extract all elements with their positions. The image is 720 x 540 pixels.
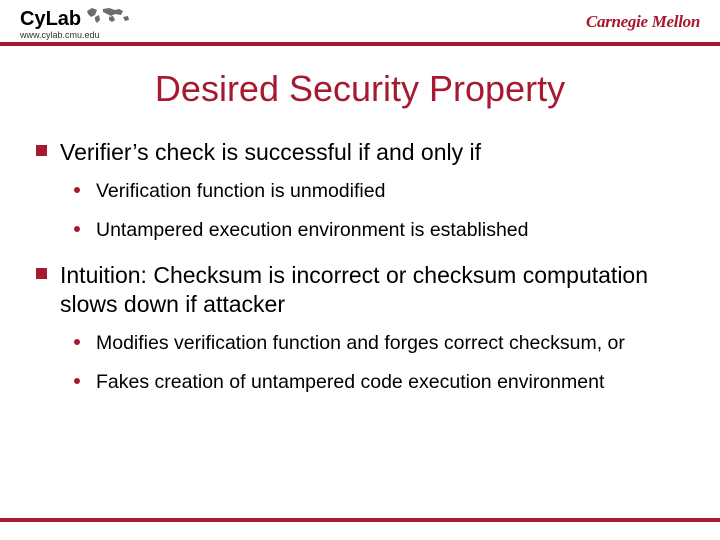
sub-bullet-item: Untampered execution environment is esta…	[74, 218, 686, 243]
slide-title: Desired Security Property	[0, 68, 720, 110]
cylab-logo: CyLab	[20, 5, 131, 29]
slide-body: Verifier’s check is successful if and on…	[0, 138, 720, 396]
sub-bullet-list: Verification function is unmodified Unta…	[60, 179, 686, 244]
world-map-icon	[85, 5, 131, 25]
carnegie-mellon-wordmark: Carnegie Mellon	[586, 12, 700, 32]
sub-bullet-list: Modifies verification function and forge…	[60, 331, 686, 396]
sub-bullet-item: Fakes creation of untampered code execut…	[74, 370, 686, 395]
bullet-list: Verifier’s check is successful if and on…	[34, 138, 686, 396]
sub-bullet-text: Modifies verification function and forge…	[96, 332, 625, 354]
sub-bullet-text: Verification function is unmodified	[96, 180, 385, 202]
sub-bullet-text: Untampered execution environment is esta…	[96, 219, 529, 241]
bullet-item: Verifier’s check is successful if and on…	[34, 138, 686, 243]
sub-bullet-item: Verification function is unmodified	[74, 179, 686, 204]
bullet-text: Verifier’s check is successful if and on…	[60, 139, 481, 165]
bullet-item: Intuition: Checksum is incorrect or chec…	[34, 261, 686, 395]
footer-rule	[0, 518, 720, 522]
header-rule	[0, 42, 720, 46]
bullet-text: Intuition: Checksum is incorrect or chec…	[60, 262, 648, 317]
slide-header: CyLab www.cylab.cmu.edu Carnegie Mellon	[0, 0, 720, 42]
sub-bullet-text: Fakes creation of untampered code execut…	[96, 371, 604, 393]
cylab-url: www.cylab.cmu.edu	[20, 31, 131, 40]
cylab-wordmark: CyLab	[20, 9, 81, 29]
cylab-logo-block: CyLab www.cylab.cmu.edu	[20, 5, 131, 40]
sub-bullet-item: Modifies verification function and forge…	[74, 331, 686, 356]
